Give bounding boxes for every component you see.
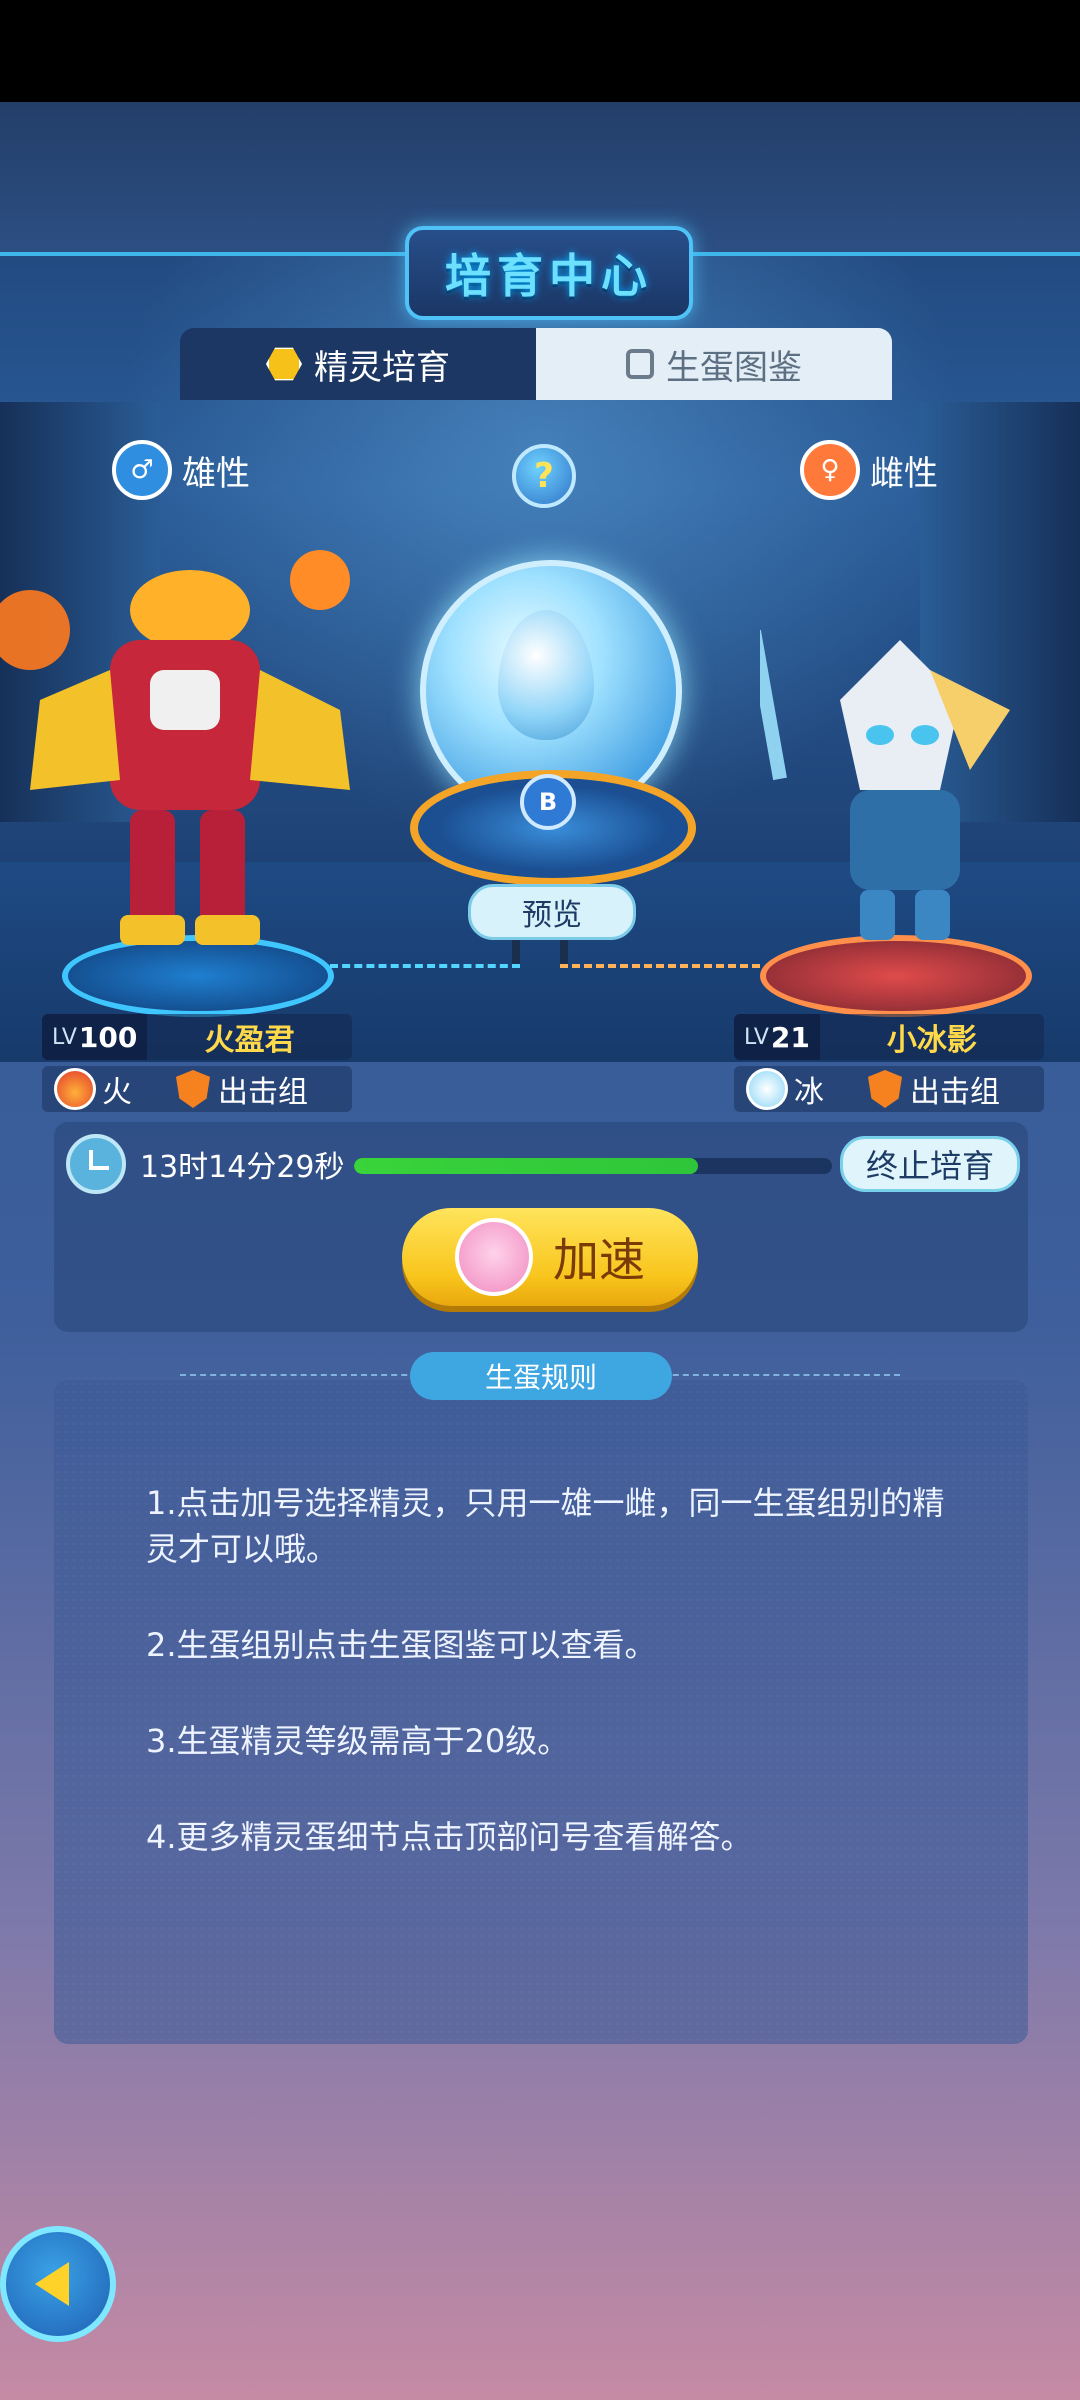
tab-label: 生蛋图鉴 [666,347,802,388]
rules-title: 生蛋规则 [410,1352,672,1400]
tab-egg-catalog[interactable]: 生蛋图鉴 [536,328,892,400]
male-level-name-row: LV 100 火盈君 [42,1014,352,1060]
page-title: 培育中心 [405,226,693,320]
element-label: 火 [102,1075,132,1110]
fire-icon [54,1068,96,1110]
male-spirit-sprite[interactable] [0,520,360,980]
group-label: 出击组 [910,1075,1000,1110]
progress-fill [354,1158,699,1174]
spirit-name: 小冰影 [886,1023,977,1058]
energy-arrows-left [330,964,520,982]
element-tag: 冰 [746,1067,856,1111]
female-spirit-sprite[interactable] [760,630,1040,960]
female-icon: ♀ [800,440,860,500]
level-tag: LV [52,1024,77,1050]
speed-up-label: 加速 [553,1233,645,1287]
shield-icon [868,1070,902,1108]
snowflake-icon [746,1068,788,1110]
male-attr-row: 火 出击组 [42,1066,352,1112]
rule-item: 3.生蛋精灵等级需高于20级。 [146,1722,570,1760]
timer-text: 13时14分29秒 [140,1150,345,1185]
help-button[interactable]: ? [512,444,576,508]
male-slot-label: ♂ 雄性 [112,440,250,500]
shield-icon [176,1070,210,1108]
male-icon: ♂ [112,440,172,500]
incubator-badge: B [520,774,576,830]
tab-label: 精灵培育 [314,347,450,388]
page-title-text: 培育中心 [445,249,653,303]
level-badge: LV 21 [734,1014,820,1060]
back-button[interactable] [0,2226,116,2342]
tab-spirit-breeding[interactable]: 精灵培育 [180,328,536,400]
level-tag: LV [744,1024,769,1050]
group-label: 出击组 [218,1075,308,1110]
egg-incubator[interactable]: B [400,550,696,886]
breeding-progress-bar [354,1158,832,1174]
female-attr-row: 冰 出击组 [734,1066,1044,1112]
preview-button[interactable]: 预览 [468,884,636,940]
breeding-status-panel: 13时14分29秒 终止培育 加速 [54,1122,1028,1332]
female-label: 雌性 [870,453,938,494]
group-tag: 出击组 [868,1067,1000,1111]
rules-list: 1.点击加号选择精灵，只用一雄一雌，同一生蛋组别的精灵才可以哦。 2.生蛋组别点… [146,1480,966,1910]
stopwatch-icon [66,1134,126,1194]
group-tag: 出击组 [176,1067,308,1111]
rule-item: 1.点击加号选择精灵，只用一雄一雌，同一生蛋组别的精灵才可以哦。 [146,1484,945,1568]
female-slot-label: ♀ 雌性 [800,440,938,500]
element-label: 冰 [794,1075,824,1110]
status-bar [0,0,1080,102]
speed-up-button[interactable]: 加速 [402,1208,698,1306]
level-value: 21 [770,1020,810,1054]
male-label: 雄性 [182,453,250,494]
breeding-timer: 13时14分29秒 [66,1134,345,1194]
level-value: 100 [78,1020,138,1054]
energy-arrows-right [560,964,760,982]
spirit-name: 火盈君 [204,1023,295,1058]
catalog-icon [626,349,654,379]
tab-bar: 精灵培育 生蛋图鉴 [180,328,892,400]
element-tag: 火 [54,1067,164,1111]
level-badge: LV 100 [42,1014,148,1060]
back-arrow-icon [35,2262,69,2306]
rule-item: 2.生蛋组别点击生蛋图鉴可以查看。 [146,1626,657,1664]
rules-panel: 1.点击加号选择精灵，只用一雄一雌，同一生蛋组别的精灵才可以哦。 2.生蛋组别点… [54,1380,1028,2044]
female-info-card[interactable]: LV 21 小冰影 冰 出击组 [734,1014,1044,1112]
female-level-name-row: LV 21 小冰影 [734,1014,1044,1060]
stop-breeding-button[interactable]: 终止培育 [840,1136,1020,1192]
pet-face-icon [455,1218,533,1296]
male-info-card[interactable]: LV 100 火盈君 火 出击组 [42,1014,352,1112]
hexagon-icon [266,347,302,381]
rule-item: 4.更多精灵蛋细节点击顶部问号查看解答。 [146,1818,753,1856]
